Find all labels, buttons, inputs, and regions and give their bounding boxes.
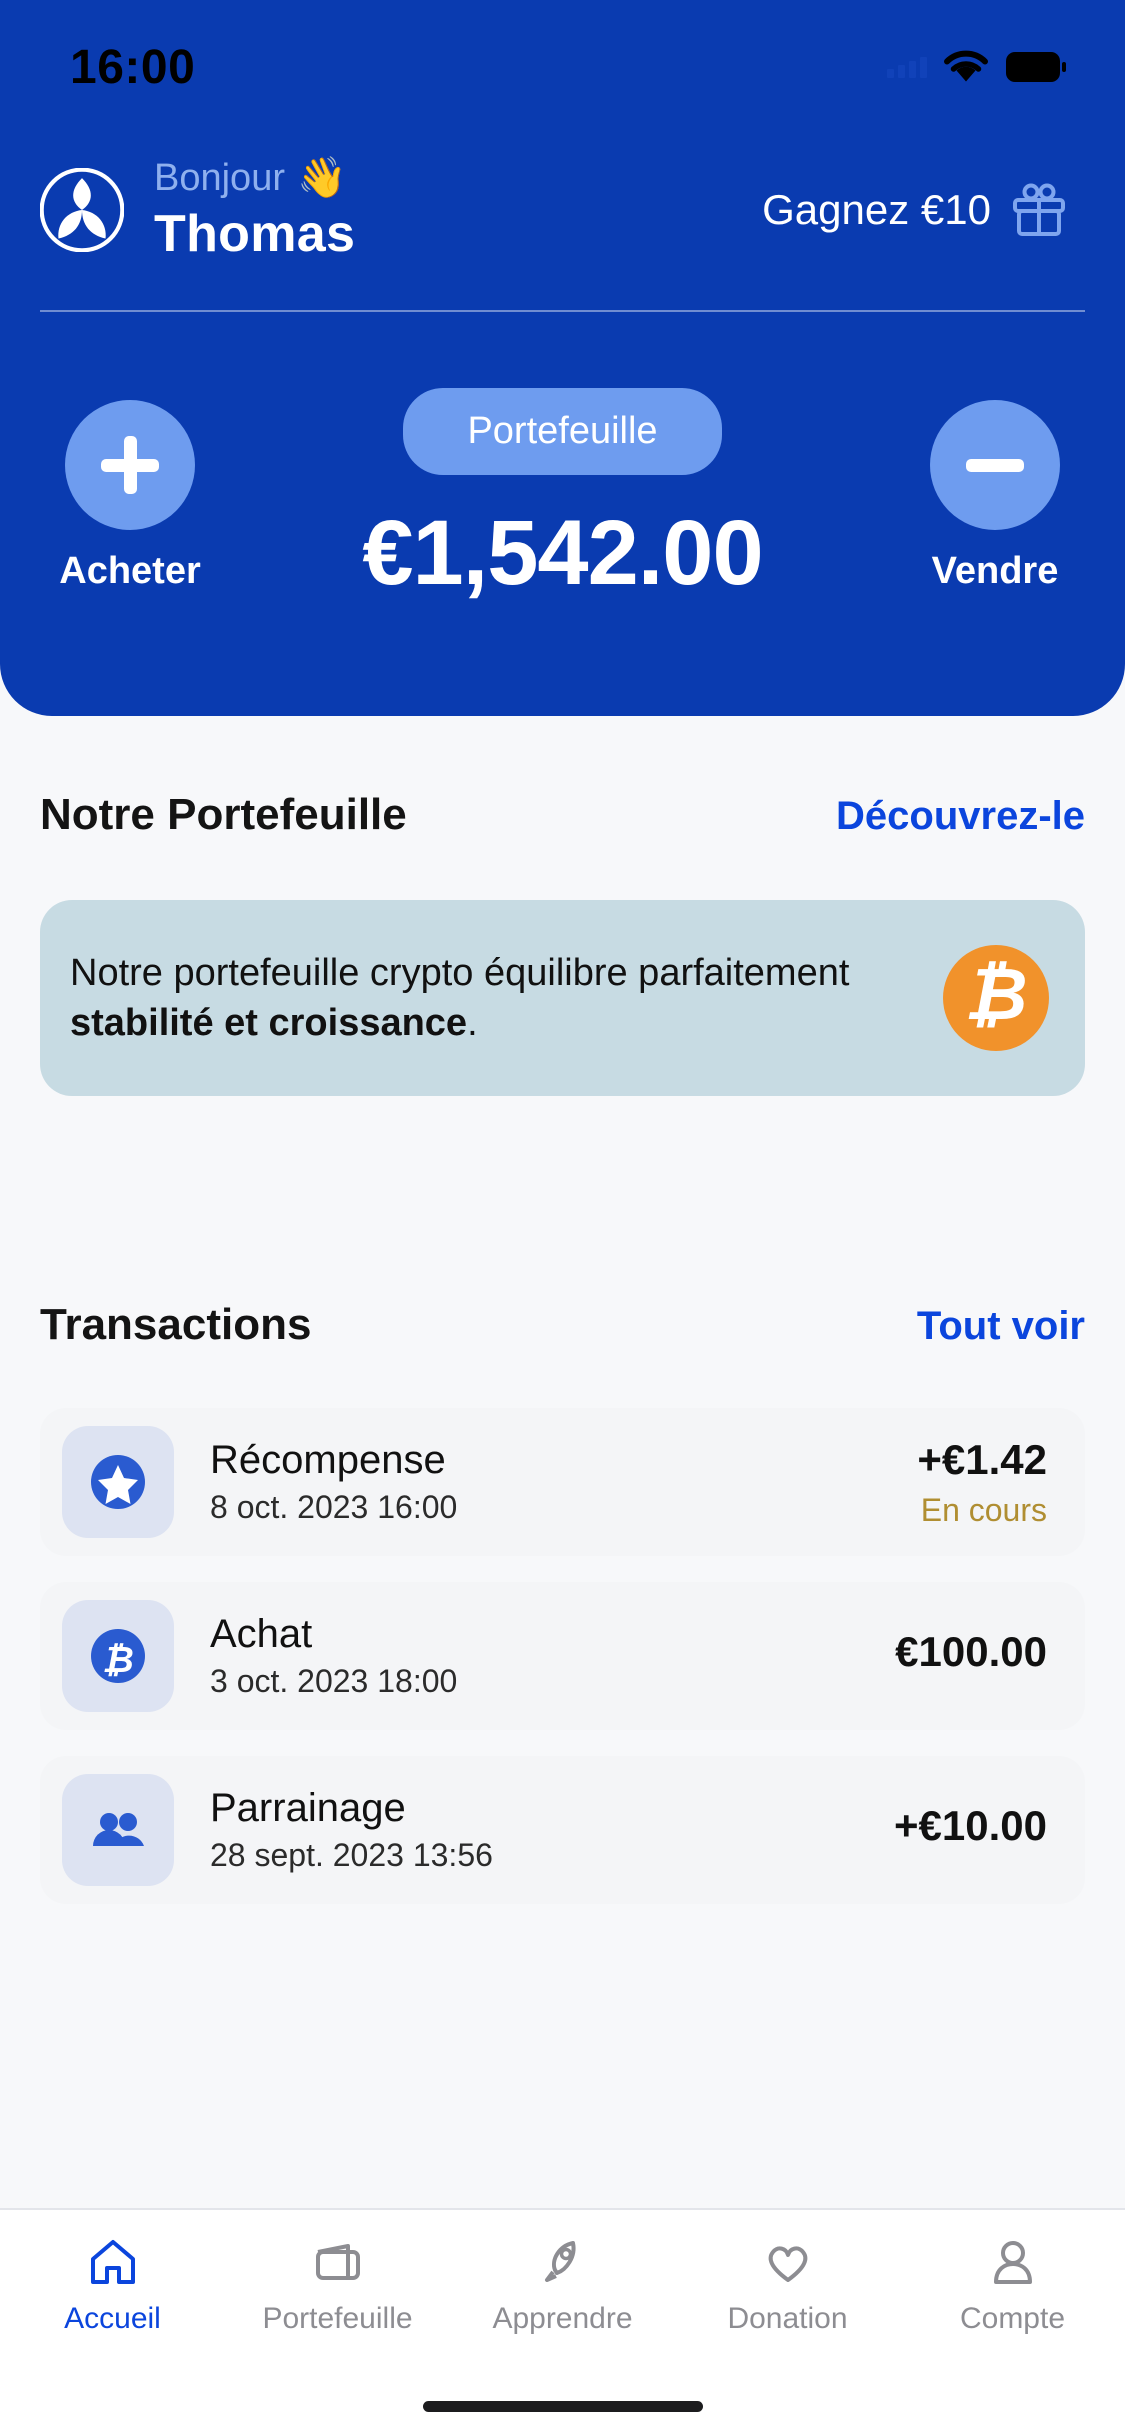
table-row[interactable]: ₿ Achat 3 oct. 2023 18:00 €100.00: [40, 1582, 1085, 1730]
transaction-info: Parrainage 28 sept. 2023 13:56: [210, 1786, 894, 1874]
portfolio-promo-text: Notre portefeuille crypto équilibre parf…: [70, 948, 943, 1048]
wallet-pill-button[interactable]: Portefeuille: [403, 388, 722, 475]
transactions-list: Récompense 8 oct. 2023 16:00 +€1.42 En c…: [0, 1408, 1125, 1904]
table-row[interactable]: Parrainage 28 sept. 2023 13:56 +€10.00: [40, 1756, 1085, 1904]
wave-emoji-icon: 👋: [296, 156, 347, 201]
greeting-text: Bonjour: [154, 156, 285, 199]
buy-button-circle: [65, 400, 195, 530]
status-bar-time: 16:00: [70, 40, 196, 94]
transaction-amount: +€1.42: [917, 1435, 1047, 1483]
tab-apprendre[interactable]: Apprendre: [450, 2234, 675, 2336]
home-icon: [90, 2240, 135, 2284]
header-panel: 16:00 Bonjour 👋 Thomas Gagnez €10 Achete…: [0, 0, 1125, 716]
status-badge: En cours: [920, 1491, 1047, 1528]
earn-reward-button[interactable]: Gagnez €10: [762, 182, 1067, 238]
svg-text:₿: ₿: [102, 1639, 134, 1680]
status-bar-indicators: [887, 50, 1067, 84]
transaction-title: Achat: [210, 1612, 313, 1656]
transaction-amount-block: +€10.00: [894, 1802, 1047, 1858]
tab-donation[interactable]: Donation: [675, 2234, 900, 2336]
table-row[interactable]: Récompense 8 oct. 2023 16:00 +€1.42 En c…: [40, 1408, 1085, 1556]
portfolio-discover-link[interactable]: Découvrez-le: [836, 794, 1085, 839]
user-name: Thomas: [154, 205, 356, 264]
gift-icon: [1013, 183, 1065, 236]
promo-text-after: .: [467, 1002, 478, 1044]
wifi-icon: [944, 50, 988, 82]
balance-display: Portefeuille €1,542.00: [220, 388, 905, 606]
sell-button-label: Vendre: [931, 550, 1059, 592]
portfolio-title: Notre Portefeuille: [40, 790, 407, 839]
app-screen: 16:00 Bonjour 👋 Thomas Gagnez €10 Achete…: [0, 0, 1125, 2436]
wallet-icon: [315, 2244, 360, 2280]
home-indicator: [422, 2401, 703, 2412]
tab-donation-label: Donation: [727, 2302, 848, 2335]
buy-button-label: Acheter: [59, 550, 201, 592]
tab-portefeuille-label: Portefeuille: [262, 2302, 413, 2335]
tab-apprendre-label: Apprendre: [492, 2302, 633, 2335]
transaction-amount: +€10.00: [894, 1802, 1047, 1849]
signal-bars-icon: [887, 56, 927, 78]
plus-icon: [101, 436, 159, 494]
transaction-date: 28 sept. 2023 13:56: [210, 1837, 493, 1873]
header-divider: [40, 310, 1085, 312]
greeting-block: Bonjour 👋 Thomas: [154, 156, 355, 263]
transaction-icon-container: [62, 1774, 174, 1886]
transaction-date: 3 oct. 2023 18:00: [210, 1663, 458, 1699]
app-logo-icon: [40, 168, 124, 252]
greeting-line: Bonjour 👋: [154, 156, 355, 200]
star-badge-icon: [91, 1455, 145, 1509]
tab-compte-label: Compte: [959, 2302, 1066, 2335]
heart-icon: [768, 2246, 807, 2282]
sell-button[interactable]: Vendre: [905, 388, 1085, 593]
promo-text-before: Notre portefeuille crypto équilibre parf…: [70, 951, 850, 994]
transaction-amount: €100.00: [895, 1628, 1047, 1675]
transactions-see-all-link[interactable]: Tout voir: [917, 1304, 1085, 1349]
bitcoin-badge-icon: ₿: [91, 1629, 145, 1683]
transaction-info: Récompense 8 oct. 2023 16:00: [210, 1438, 917, 1526]
transactions-section-header: Transactions Tout voir: [0, 1300, 1125, 1350]
transaction-date: 8 oct. 2023 16:00: [210, 1489, 458, 1525]
greeting-row: Bonjour 👋 Thomas Gagnez €10: [0, 130, 1125, 290]
status-bar: 16:00: [0, 0, 1125, 120]
tab-compte[interactable]: Compte: [900, 2234, 1125, 2336]
buy-button[interactable]: Acheter: [40, 388, 220, 593]
tab-accueil[interactable]: Accueil: [0, 2234, 225, 2336]
minus-icon: [966, 436, 1024, 494]
balance-section: Acheter Portefeuille €1,542.00 Vendre: [0, 388, 1125, 678]
transaction-title: Récompense: [210, 1438, 446, 1482]
tab-portefeuille[interactable]: Portefeuille: [225, 2234, 450, 2336]
person-icon: [993, 2241, 1032, 2284]
portfolio-section-header: Notre Portefeuille Découvrez-le: [0, 790, 1125, 840]
transaction-title: Parrainage: [210, 1786, 406, 1830]
portfolio-promo-card[interactable]: Notre portefeuille crypto équilibre parf…: [40, 900, 1085, 1096]
battery-icon: [1006, 52, 1066, 82]
portfolio-section: Notre Portefeuille Découvrez-le Notre po…: [0, 790, 1125, 1096]
transaction-amount-block: €100.00: [895, 1628, 1047, 1684]
transactions-title: Transactions: [40, 1300, 312, 1349]
tab-accueil-label: Accueil: [64, 2302, 161, 2335]
people-badge-icon: [93, 1813, 144, 1846]
earn-reward-label: Gagnez €10: [762, 186, 991, 233]
rocket-icon: [544, 2241, 576, 2282]
bitcoin-icon: ₿: [943, 945, 1049, 1051]
transactions-section: Transactions Tout voir Récompense 8 oct.…: [0, 1300, 1125, 1904]
transaction-info: Achat 3 oct. 2023 18:00: [210, 1612, 895, 1700]
sell-button-circle: [930, 400, 1060, 530]
balance-amount: €1,542.00: [362, 502, 763, 604]
transaction-icon-container: ₿: [62, 1600, 174, 1712]
promo-text-bold: stabilité et croissance: [70, 1002, 468, 1044]
transaction-icon-container: [62, 1426, 174, 1538]
transaction-amount-block: +€1.42 En cours: [917, 1436, 1047, 1529]
